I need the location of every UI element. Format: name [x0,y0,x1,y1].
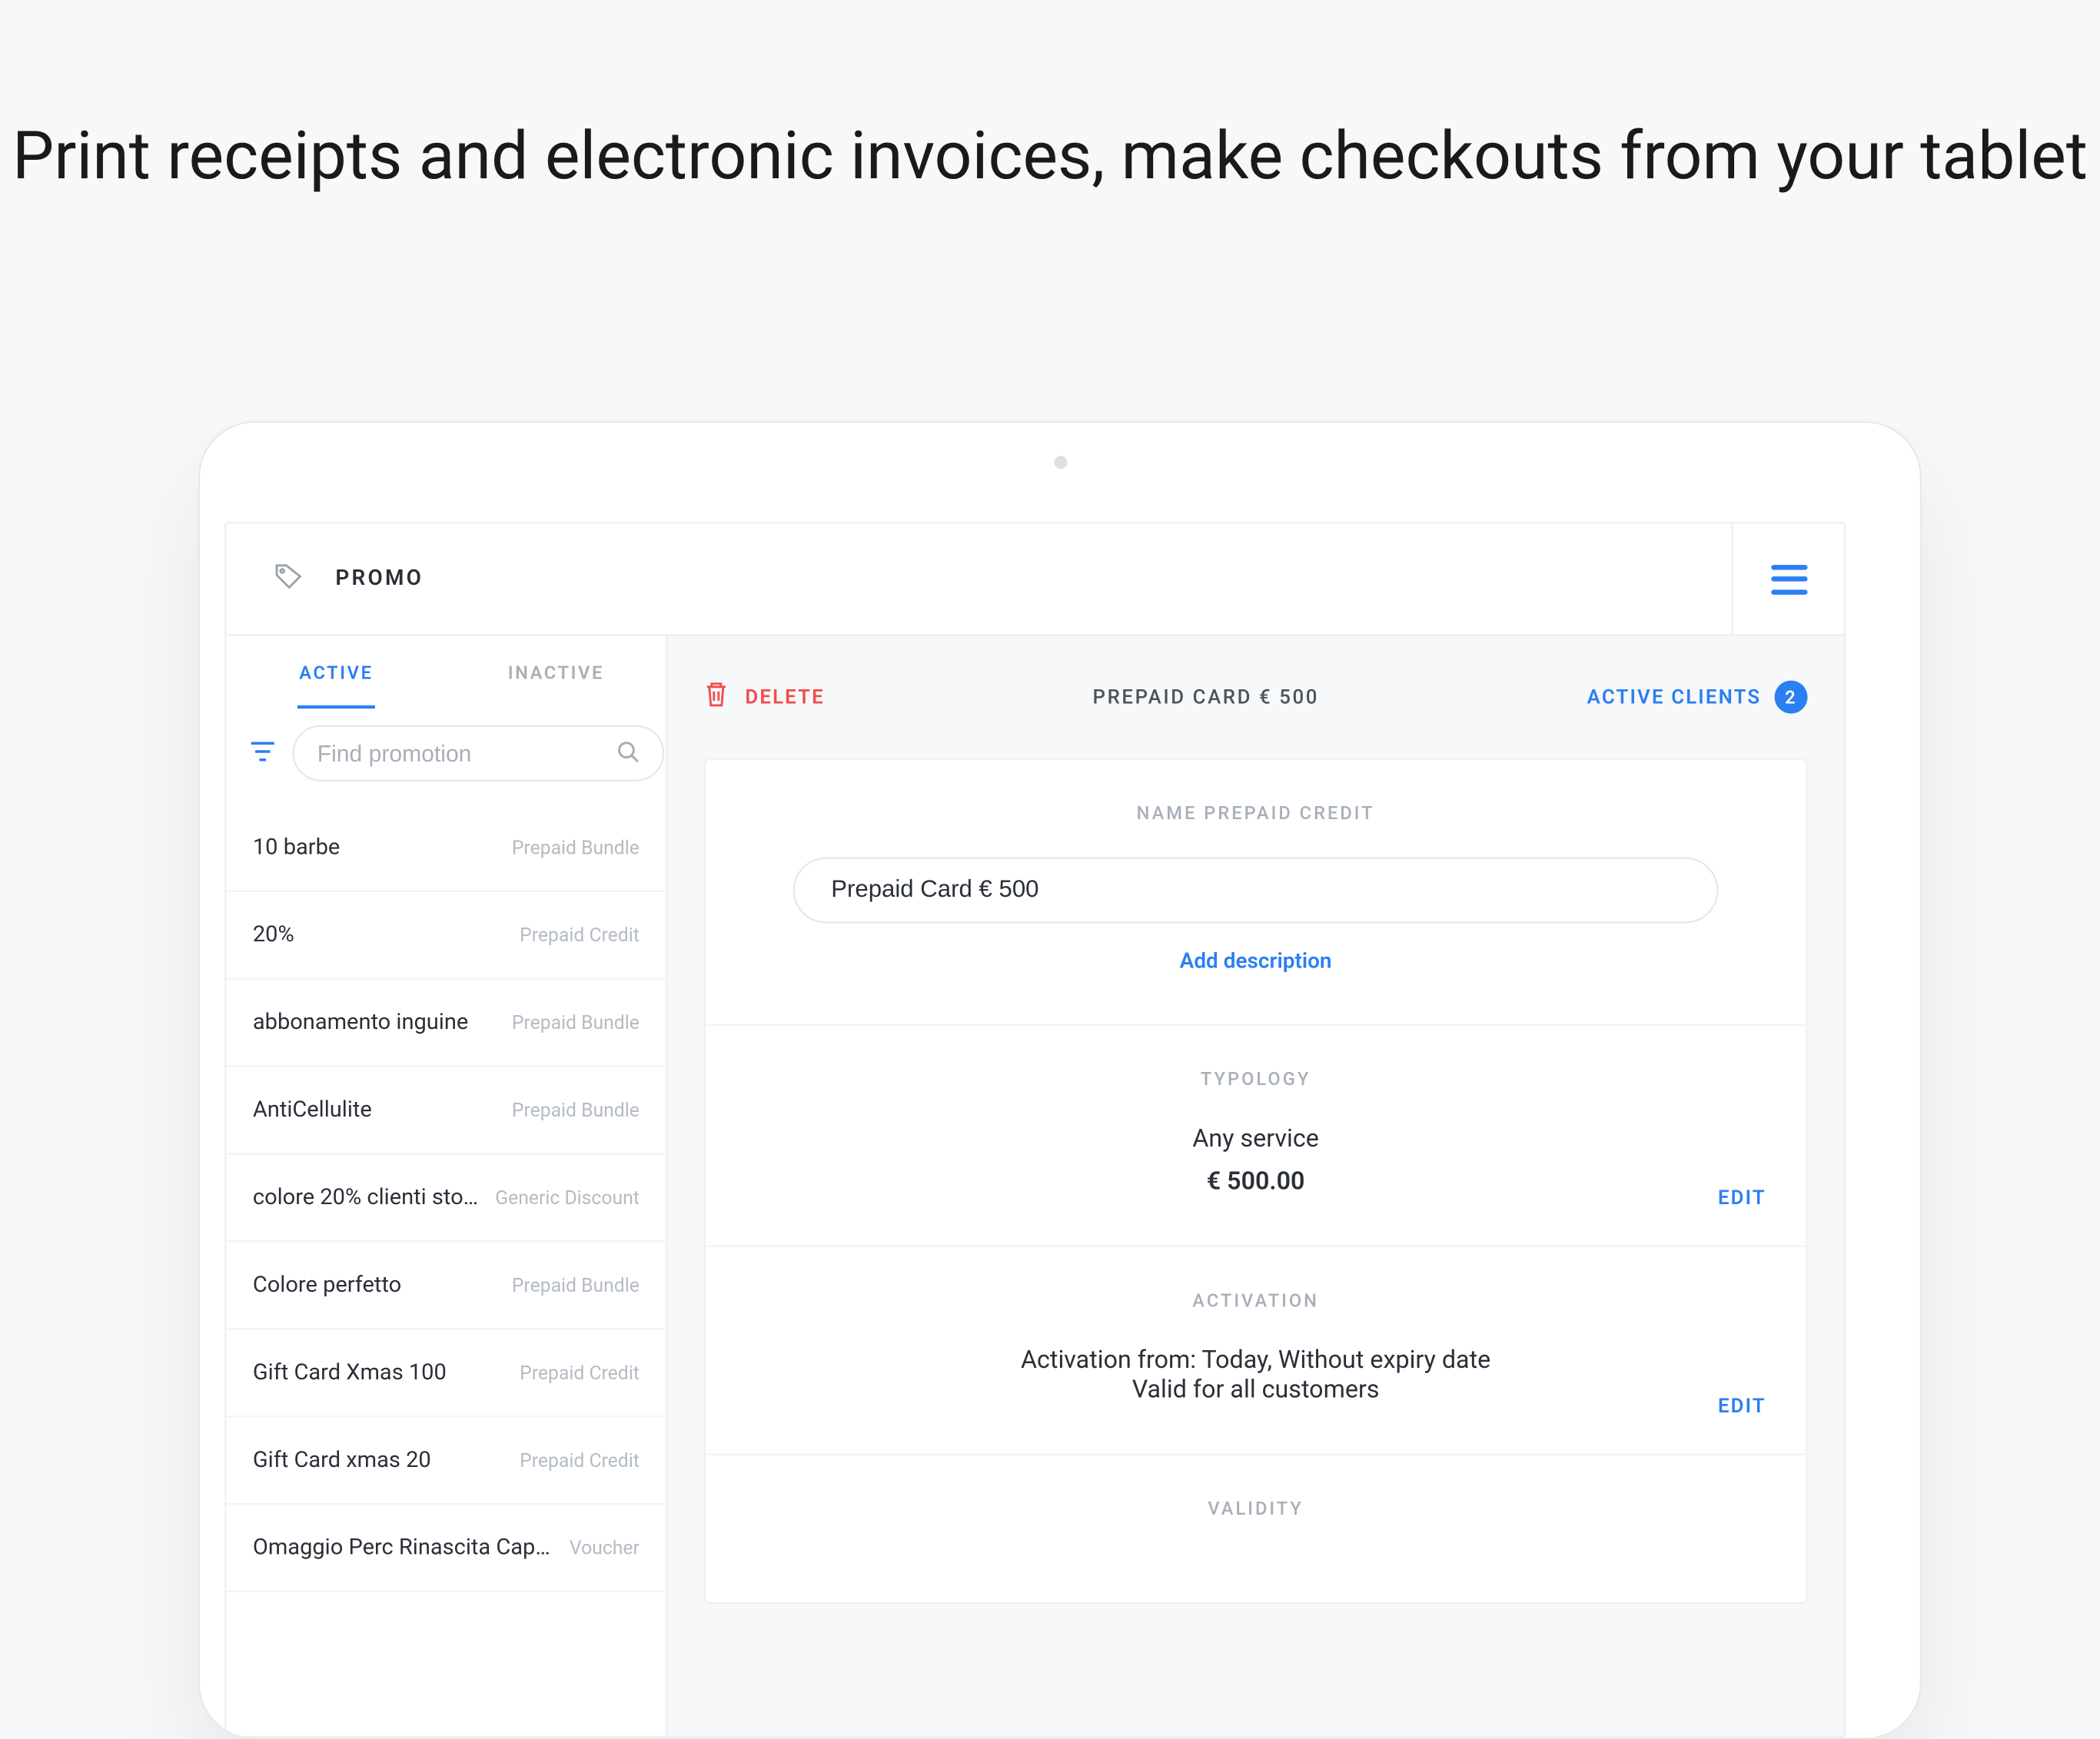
typology-service: Any service [755,1123,1756,1153]
app-title: PROMO [335,566,424,591]
tag-icon [273,559,306,599]
sidebar: ACTIVE INACTIVE [226,636,667,1737]
search-field[interactable] [292,725,664,782]
filter-icon[interactable] [250,738,276,769]
tablet-camera-dot [1053,456,1066,469]
app-body: ACTIVE INACTIVE [226,636,1843,1737]
hero-title: Print receipts and electronic invoices, … [0,0,2100,198]
promo-type: Prepaid Credit [520,1449,640,1472]
promo-name: 10 barbe [253,834,340,860]
detail-pane: DELETE PREPAID CARD € 500 ACTIVE CLIENTS… [667,636,1843,1737]
list-item[interactable]: Gift Card xmas 20 Prepaid Credit [226,1417,666,1505]
promo-name: Colore perfetto [253,1272,401,1298]
list-item[interactable]: Gift Card Xmas 100 Prepaid Credit [226,1329,666,1417]
section-activation: ACTIVATION Activation from: Today, Witho… [706,1247,1806,1455]
app-header: PROMO [226,523,1843,636]
activation-audience: Valid for all customers [755,1374,1756,1404]
detail-card: NAME PREPAID CREDIT Add description TYPO… [704,758,1808,1605]
promo-type: Prepaid Bundle [512,836,640,859]
list-item[interactable]: 20% Prepaid Credit [226,892,666,980]
promo-name: Gift Card xmas 20 [253,1447,431,1473]
promo-name: Omaggio Perc Rinascita Capello [253,1535,560,1561]
activation-range: Activation from: Today, Without expiry d… [755,1345,1756,1375]
promo-type: Prepaid Bundle [512,1011,640,1034]
app-header-left: PROMO [226,559,424,599]
promo-name: 20% [253,921,294,947]
promotion-list: 10 barbe Prepaid Bundle 20% Prepaid Cred… [226,805,666,1736]
section-label: ACTIVATION [755,1290,1756,1312]
add-description-link[interactable]: Add description [755,950,1756,974]
trash-icon [704,681,729,714]
section-label: TYPOLOGY [755,1069,1756,1090]
promo-type: Voucher [570,1536,640,1559]
promo-type: Generic Discount [495,1186,640,1209]
active-clients-button[interactable]: ACTIVE CLIENTS 2 [1587,681,1808,714]
search-row: + [226,709,666,805]
section-validity: VALIDITY [706,1455,1806,1602]
list-item[interactable]: abbonamento inguine Prepaid Bundle [226,980,666,1067]
promo-type: Prepaid Bundle [512,1273,640,1296]
list-item[interactable]: 10 barbe Prepaid Bundle [226,805,666,892]
list-item[interactable]: Colore perfetto Prepaid Bundle [226,1242,666,1329]
tablet-frame: PROMO ACTIVE INACTIVE [198,421,1922,1739]
tabs: ACTIVE INACTIVE [226,636,666,709]
search-icon [616,738,640,769]
promo-name: Gift Card Xmas 100 [253,1359,447,1386]
section-name: NAME PREPAID CREDIT Add description [706,760,1806,1026]
active-clients-label: ACTIVE CLIENTS [1587,685,1762,709]
menu-button[interactable] [1732,523,1844,635]
promo-name: abbonamento inguine [253,1009,468,1035]
active-clients-count-badge: 2 [1775,681,1808,714]
list-item[interactable]: Omaggio Perc Rinascita Capello Voucher [226,1505,666,1592]
tab-inactive[interactable]: INACTIVE [446,636,666,709]
search-input[interactable] [317,740,616,766]
delete-button[interactable]: DELETE [704,681,825,714]
list-item[interactable]: colore 20% clienti storici Generic Disco… [226,1155,666,1243]
detail-topbar: DELETE PREPAID CARD € 500 ACTIVE CLIENTS… [704,636,1808,758]
section-label: NAME PREPAID CREDIT [755,803,1756,825]
app-window: PROMO ACTIVE INACTIVE [224,522,1846,1737]
promo-name: AntiCellulite [253,1097,372,1123]
promo-type: Prepaid Credit [520,924,640,947]
section-label: VALIDITY [755,1498,1756,1520]
promo-name: colore 20% clienti storici [253,1184,486,1210]
typology-amount: € 500.00 [755,1167,1756,1196]
delete-label: DELETE [745,685,824,709]
section-typology: TYPOLOGY Any service € 500.00 EDIT [706,1026,1806,1247]
hamburger-icon [1770,564,1806,594]
tab-active[interactable]: ACTIVE [226,636,446,709]
promo-type: Prepaid Bundle [512,1098,640,1121]
edit-activation-button[interactable]: EDIT [1718,1394,1766,1417]
promo-type: Prepaid Credit [520,1361,640,1384]
edit-typology-button[interactable]: EDIT [1718,1186,1766,1209]
list-item[interactable]: AntiCellulite Prepaid Bundle [226,1067,666,1155]
prepaid-name-input[interactable] [793,858,1719,924]
detail-title: PREPAID CARD € 500 [1093,685,1319,709]
